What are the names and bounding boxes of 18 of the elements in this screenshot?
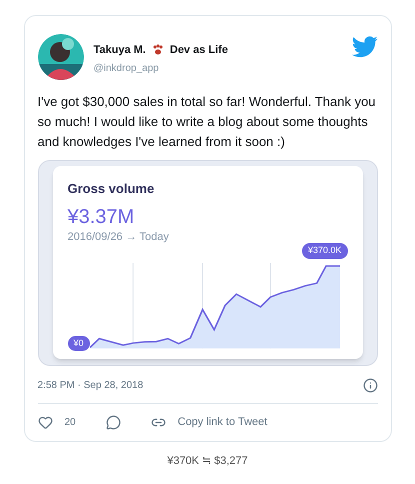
copy-link[interactable]: Copy link to Tweet: [178, 414, 268, 430]
info-icon[interactable]: [362, 378, 378, 393]
bird-logo-icon: [352, 36, 378, 58]
total-amount: ¥3.37M: [68, 204, 136, 228]
chart-title: Gross volume: [68, 180, 156, 198]
like-count: 20: [64, 416, 76, 430]
author-tagline: Dev as Life: [170, 43, 228, 58]
tweet-text: I've got $30,000 sales in total so far! Wonderful. Thank you so much! I would like to write a blog about some thoughts and knowledges I've learned from it soon :): [38, 93, 377, 151]
heart-icon[interactable]: [38, 414, 52, 430]
paw-icon: [152, 44, 164, 56]
date-range: 2016/09/26 → Today: [68, 230, 170, 244]
timestamp: 2:58 PM · Sep 28, 2018: [38, 379, 144, 393]
start-value-badge: ¥0: [68, 336, 90, 351]
reply-icon[interactable]: [106, 414, 121, 430]
author-handle: @inkdrop_app: [94, 62, 160, 76]
caption: ¥370K ≒ $3,277: [167, 454, 248, 468]
author-name: Takuya M.: [94, 43, 146, 58]
end-value-badge: ¥370.0K: [302, 243, 348, 258]
